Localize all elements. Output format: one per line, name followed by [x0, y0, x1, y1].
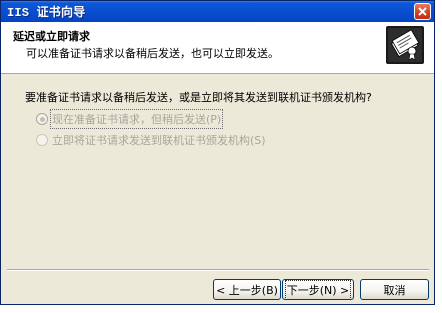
- radio-dot: [39, 116, 45, 122]
- close-icon: [418, 7, 427, 16]
- cancel-button[interactable]: 取消: [360, 279, 429, 300]
- radio-button-checked[interactable]: [36, 113, 48, 125]
- header-subtitle: 可以准备证书请求以备稍后发送，也可以立即发送。: [26, 47, 279, 60]
- wizard-window: IIS 证书向导 延迟或立即请求 可以准备证书请求以备稍后发送，也可以立即发送。: [0, 0, 435, 305]
- question-text: 要准备证书请求以备稍后发送，或是立即将其发送到联机证书颁发机构?: [25, 91, 372, 104]
- back-button-label: < 上一步(B): [216, 283, 278, 297]
- next-button-label: 下一步(N) >: [284, 279, 352, 300]
- footer-divider: [7, 269, 429, 271]
- wizard-header: 延迟或立即请求 可以准备证书请求以备稍后发送，也可以立即发送。: [1, 22, 434, 74]
- option-label-prepare-later: 现在准备证书请求，但稍后发送(P): [49, 109, 224, 129]
- title-bar[interactable]: IIS 证书向导: [1, 1, 434, 22]
- cancel-button-label: 取消: [383, 283, 406, 297]
- radio-prepare-later[interactable]: 现在准备证书请求，但稍后发送(P): [36, 109, 224, 129]
- radio-button[interactable]: [36, 134, 48, 146]
- close-button[interactable]: [414, 3, 431, 20]
- next-button[interactable]: 下一步(N) >: [282, 279, 354, 300]
- option-label-send-now: 立即将证书请求发送到联机证书颁发机构(S): [52, 134, 266, 147]
- back-button[interactable]: < 上一步(B): [213, 279, 281, 300]
- certificate-wizard-icon: [386, 26, 424, 64]
- header-title: 延迟或立即请求: [13, 30, 90, 43]
- window-title: IIS 证书向导: [7, 6, 86, 20]
- radio-send-now[interactable]: 立即将证书请求发送到联机证书颁发机构(S): [36, 132, 266, 148]
